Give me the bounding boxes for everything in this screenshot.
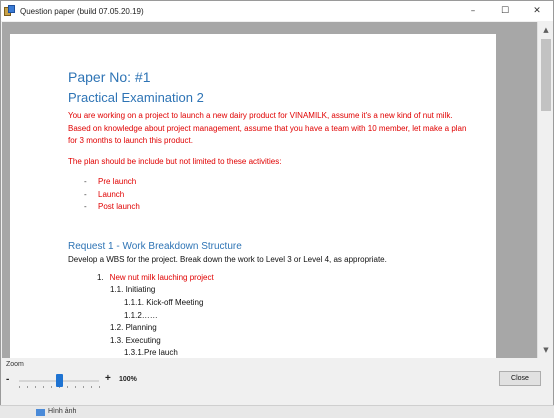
zoom-tick xyxy=(91,386,92,388)
window-controls: – ☐ ✕ xyxy=(457,1,553,21)
taskbar-peek: Hình ảnh xyxy=(0,405,554,418)
plan-paragraph: The plan should be include but not limit… xyxy=(68,156,282,166)
zoom-tick xyxy=(99,386,100,388)
request-description: Develop a WBS for the project. Break dow… xyxy=(68,254,387,264)
scroll-down-icon[interactable]: ▼ xyxy=(538,342,553,358)
wbs-item-1-2: 1.2. Planning xyxy=(110,323,157,333)
zoom-tick xyxy=(51,386,52,388)
list-item: - Pre launch xyxy=(84,176,496,189)
minimize-button[interactable]: – xyxy=(457,1,489,21)
image-folder-icon xyxy=(36,409,45,416)
window-title: Question paper (build 07.05.20.19) xyxy=(20,6,144,16)
wbs-item-1-1-1: 1.1.1. Kick-off Meeting xyxy=(124,298,204,308)
zoom-tick xyxy=(83,386,84,388)
paper-page: Paper No: #1 Practical Examination 2 You… xyxy=(10,34,496,358)
scrollbar-thumb[interactable] xyxy=(541,39,551,111)
list-item: - Post launch xyxy=(84,201,496,214)
wbs-item-1-3-1: 1.3.1.Pre lauch xyxy=(124,348,178,358)
activity-label: Post launch xyxy=(98,202,140,212)
zoom-tick xyxy=(67,386,68,388)
wbs-outline: 1. New nut milk lauching project 1.1. Ini… xyxy=(68,272,496,358)
zoom-value: 100% xyxy=(119,376,137,383)
zoom-out-button[interactable]: - xyxy=(6,374,9,385)
scroll-up-icon[interactable]: ▲ xyxy=(538,22,553,38)
activities-list: - Pre launch - Launch - Post launch xyxy=(84,176,496,214)
request-heading: Request 1 - Work Breakdown Structure xyxy=(68,240,242,252)
intro-paragraph: You are working on a project to launch a… xyxy=(68,111,467,146)
paper-number-heading: Paper No: #1 xyxy=(68,69,151,85)
zoom-slider-thumb[interactable] xyxy=(55,374,63,387)
wbs-item-1-1: 1.1. Initiating xyxy=(110,285,156,295)
zoom-label: Zoom xyxy=(6,361,24,368)
wbs-item-1: 1. New nut milk lauching project xyxy=(97,272,496,285)
wbs-item-label: New nut milk lauching project xyxy=(109,272,214,282)
zoom-in-button[interactable]: + xyxy=(105,373,111,384)
app-icon xyxy=(4,5,16,17)
activity-label: Launch xyxy=(98,189,125,199)
maximize-button[interactable]: ☐ xyxy=(489,1,521,21)
document-viewer[interactable]: Paper No: #1 Practical Examination 2 You… xyxy=(2,22,553,358)
list-item: - Launch xyxy=(84,189,496,202)
taskbar-item-label[interactable]: Hình ảnh xyxy=(48,408,76,415)
wbs-item-1-1-2: 1.1.2…… xyxy=(124,310,158,320)
question-paper-window: Question paper (build 07.05.20.19) – ☐ ✕… xyxy=(0,0,554,418)
zoom-tick xyxy=(19,386,20,388)
activity-label: Pre launch xyxy=(98,177,137,187)
close-button[interactable]: Close xyxy=(499,371,541,386)
close-window-button[interactable]: ✕ xyxy=(521,1,553,21)
exam-title-heading: Practical Examination 2 xyxy=(68,90,204,105)
wbs-item-1-3: 1.3. Executing xyxy=(110,335,161,345)
vertical-scrollbar[interactable]: ▲ ▼ xyxy=(537,22,553,358)
zoom-tick xyxy=(35,386,36,388)
zoom-tick xyxy=(43,386,44,388)
title-bar[interactable]: Question paper (build 07.05.20.19) – ☐ ✕ xyxy=(1,1,553,21)
zoom-tick xyxy=(27,386,28,388)
wbs-item-number: 1. xyxy=(97,272,104,282)
zoom-tick xyxy=(75,386,76,388)
